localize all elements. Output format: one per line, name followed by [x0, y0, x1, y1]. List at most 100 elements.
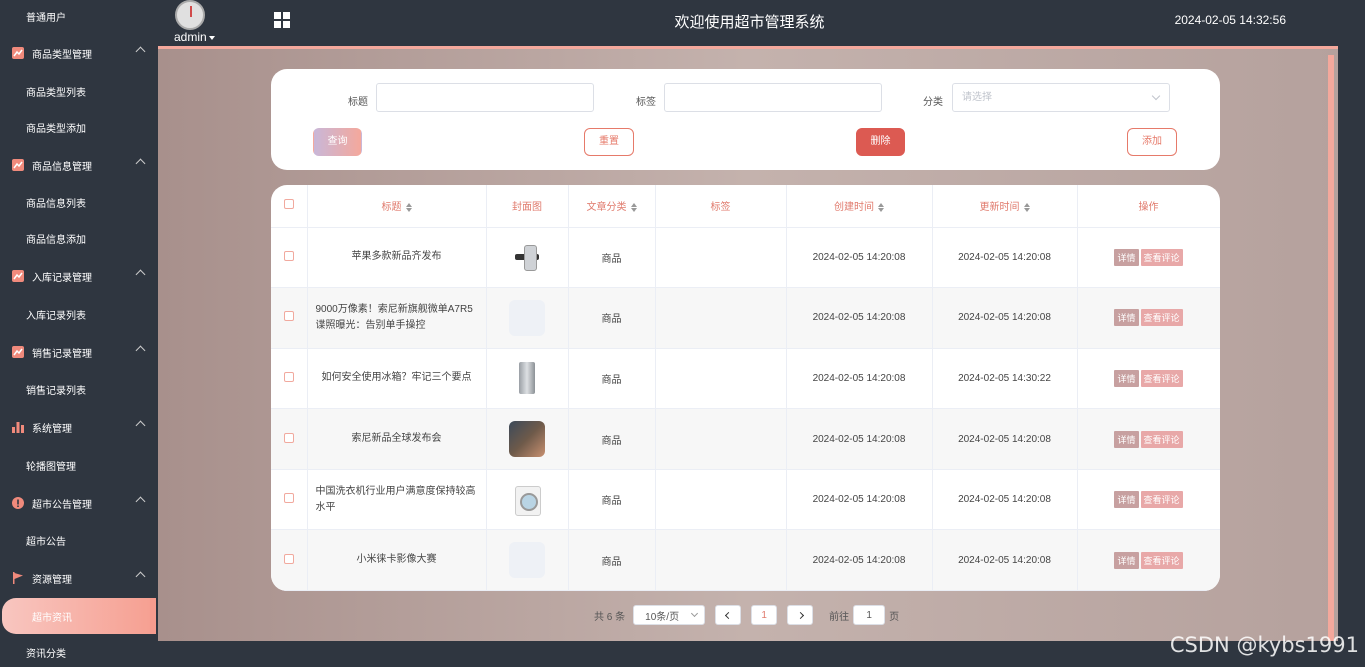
row-tag: [655, 529, 787, 591]
caret-down-icon: [208, 35, 215, 40]
row-category: 商品: [568, 408, 656, 470]
sidebar-item-news[interactable]: 超市资讯: [2, 598, 152, 634]
category-label: 分类: [923, 97, 943, 108]
th-title[interactable]: 标题: [307, 185, 487, 228]
th-category[interactable]: 文章分类: [568, 185, 656, 228]
cover-image[interactable]: [509, 421, 545, 458]
detail-button[interactable]: 详情: [1114, 491, 1139, 509]
select-all-cell[interactable]: [271, 185, 308, 228]
view-comments-button[interactable]: 查看评论: [1140, 551, 1183, 569]
row-category: 商品: [568, 227, 656, 289]
chevron-right-icon: [796, 611, 804, 619]
chevron-up-icon: [135, 496, 146, 507]
cover-image[interactable]: [509, 239, 545, 276]
sidebar-item-product-info-list[interactable]: 商品信息列表: [0, 184, 158, 220]
view-comments-button[interactable]: 查看评论: [1140, 430, 1183, 448]
select-all-checkbox[interactable]: [283, 199, 294, 210]
flag-icon: [12, 572, 24, 584]
chevron-up-icon: [135, 158, 146, 169]
detail-button[interactable]: 详情: [1114, 248, 1139, 266]
sidebar-item-notice[interactable]: 超市公告: [0, 522, 158, 558]
detail-button[interactable]: 详情: [1114, 369, 1139, 387]
main-content: 标题 标签 分类 请选择 查询 重置 删除 添加 标题 封面图 文章分类 标签 …: [158, 46, 1338, 641]
goto-page-input[interactable]: 1: [853, 605, 886, 625]
active-indicator: [150, 598, 156, 634]
th-created[interactable]: 创建时间: [786, 185, 933, 228]
row-category: 商品: [568, 348, 656, 410]
query-button[interactable]: 查询: [313, 128, 362, 156]
sidebar-item-product-type-list[interactable]: 商品类型列表: [0, 73, 158, 109]
sidebar-group-sales[interactable]: 销售记录管理: [0, 334, 158, 370]
row-created: 2024-02-05 14:20:08: [786, 287, 933, 349]
add-button[interactable]: 添加: [1127, 128, 1177, 156]
sidebar-item-product-info-add[interactable]: 商品信息添加: [0, 220, 158, 256]
table-header: 标题 封面图 文章分类 标签 创建时间 更新时间 操作: [271, 185, 1220, 228]
sidebar-group-notice[interactable]: 超市公告管理: [0, 485, 158, 521]
sidebar-item-stock-in-list[interactable]: 入库记录列表: [0, 296, 158, 332]
sidebar-group-product-info[interactable]: 商品信息管理: [0, 147, 158, 183]
sidebar-item-news-category[interactable]: 资讯分类: [0, 634, 158, 667]
row-tag: [655, 469, 787, 531]
table-row: 索尼新品全球发布会 商品 2024-02-05 14:20:08 2024-02…: [271, 408, 1220, 470]
row-updated: 2024-02-05 14:20:08: [932, 287, 1078, 349]
sidebar-group-resources[interactable]: 资源管理: [0, 560, 158, 596]
detail-button[interactable]: 详情: [1114, 309, 1139, 327]
cover-image[interactable]: [509, 481, 545, 518]
prev-page-button[interactable]: [715, 605, 742, 625]
table-row: 苹果多款新品齐发布 商品 2024-02-05 14:20:08 2024-02…: [271, 227, 1220, 289]
chevron-up-icon: [135, 269, 146, 280]
row-updated: 2024-02-05 14:20:08: [932, 227, 1078, 289]
search-panel: 标题 标签 分类 请选择 查询 重置 删除 添加: [271, 69, 1220, 170]
row-checkbox[interactable]: [283, 432, 294, 443]
row-checkbox[interactable]: [283, 553, 294, 564]
sort-icon[interactable]: [1023, 203, 1030, 213]
sidebar-group-stock-in[interactable]: 入库记录管理: [0, 258, 158, 294]
title-input[interactable]: [376, 83, 594, 112]
category-select[interactable]: 请选择: [952, 83, 1170, 112]
user-menu[interactable]: admin: [174, 30, 215, 44]
bar-chart-icon: [12, 421, 24, 433]
th-cover: 封面图: [486, 185, 569, 228]
sidebar-item-carousel[interactable]: 轮播图管理: [0, 447, 158, 483]
row-checkbox[interactable]: [283, 371, 294, 382]
sidebar-item-sales-list[interactable]: 销售记录列表: [0, 371, 158, 407]
row-updated: 2024-02-05 14:20:08: [932, 469, 1078, 531]
row-created: 2024-02-05 14:20:08: [786, 408, 933, 470]
row-tag: [655, 227, 787, 289]
chevron-up-icon: [135, 345, 146, 356]
chart-icon: [12, 159, 24, 171]
tag-input[interactable]: [664, 83, 882, 112]
row-category: 商品: [568, 529, 656, 591]
row-checkbox[interactable]: [283, 493, 294, 504]
view-comments-button[interactable]: 查看评论: [1140, 369, 1183, 387]
sidebar-group-product-type[interactable]: 商品类型管理: [0, 35, 158, 71]
row-checkbox[interactable]: [283, 311, 294, 322]
next-page-button[interactable]: [787, 605, 814, 625]
info-icon: [12, 497, 24, 509]
cover-image[interactable]: [509, 542, 545, 579]
cover-image[interactable]: [509, 299, 545, 336]
view-comments-button[interactable]: 查看评论: [1140, 248, 1183, 266]
page-number[interactable]: 1: [751, 605, 778, 625]
sort-icon[interactable]: [630, 203, 637, 213]
view-comments-button[interactable]: 查看评论: [1140, 309, 1183, 327]
sidebar-item-product-type-add[interactable]: 商品类型添加: [0, 109, 158, 145]
page-size-select[interactable]: 10条/页: [633, 605, 706, 625]
row-tag: [655, 408, 787, 470]
detail-button[interactable]: 详情: [1114, 430, 1139, 448]
row-checkbox[interactable]: [283, 250, 294, 261]
sidebar-item-normal-users[interactable]: 普通用户: [0, 0, 158, 34]
chart-icon: [12, 270, 24, 282]
row-created: 2024-02-05 14:20:08: [786, 469, 933, 531]
delete-button[interactable]: 删除: [856, 128, 905, 156]
reset-button[interactable]: 重置: [584, 128, 634, 156]
chart-icon: [12, 346, 24, 358]
sort-icon[interactable]: [878, 203, 884, 213]
detail-button[interactable]: 详情: [1114, 551, 1139, 569]
cover-image[interactable]: [509, 360, 545, 397]
sidebar-group-system[interactable]: 系统管理: [0, 409, 158, 445]
app-title: 欢迎使用超市管理系统: [674, 14, 825, 31]
th-updated[interactable]: 更新时间: [932, 185, 1078, 228]
view-comments-button[interactable]: 查看评论: [1140, 491, 1183, 509]
sort-icon[interactable]: [405, 203, 412, 213]
